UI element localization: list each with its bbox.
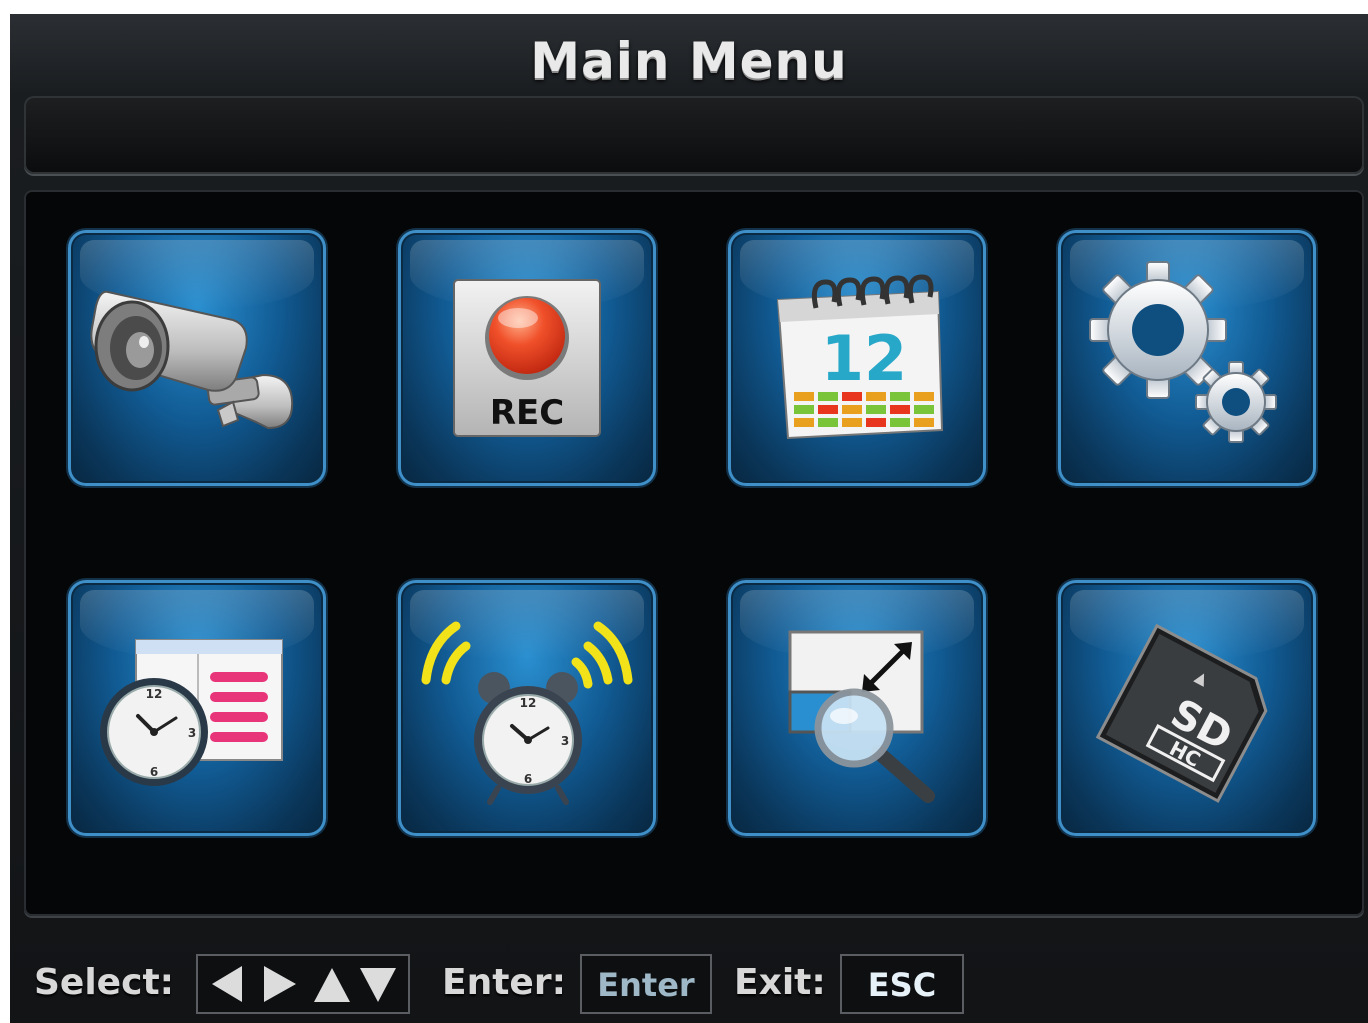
alarm-clock-icon: 12 3 6 [421, 621, 633, 805]
rec-button-icon: REC [453, 279, 601, 437]
sdhc-card-icon: SD HC [1095, 623, 1268, 803]
exit-key: ESC [867, 966, 937, 1004]
enter-key-box: Enter [580, 954, 712, 1014]
select-label: Select: [34, 962, 175, 1003]
clock-list-icon: 12 3 6 [100, 639, 283, 786]
alarm-tile[interactable]: 12 3 6 [398, 580, 656, 836]
arrow-down-icon [360, 968, 396, 1002]
arrow-keys-box [196, 954, 410, 1014]
security-camera-icon [90, 290, 294, 430]
arrow-right-icon [264, 966, 296, 1002]
exit-label: Exit: [734, 962, 826, 1003]
sd-card-tile[interactable]: SD HC [1058, 580, 1316, 836]
enter-label: Enter: [442, 962, 566, 1003]
key-hint-bar: Select: Enter: Enter Exit: ESC [10, 940, 1368, 1020]
svg-text:12: 12 [520, 696, 537, 710]
svg-text:3: 3 [561, 734, 569, 748]
calendar-day: 12 [821, 322, 907, 395]
arrow-up-icon [314, 968, 350, 1002]
status-bar [24, 96, 1364, 174]
svg-text:6: 6 [524, 772, 532, 786]
main-menu-window: Main Menu REC 12 12 3 6 12 3 6 SD HC Sel… [10, 14, 1368, 1023]
enter-key: Enter [597, 966, 695, 1004]
zoom-tile[interactable] [728, 580, 986, 836]
menu-grid: REC 12 12 3 6 12 3 6 SD HC [24, 190, 1364, 916]
camera-tile[interactable] [68, 230, 326, 486]
svg-text:6: 6 [150, 765, 158, 779]
arrow-left-icon [212, 966, 242, 1002]
magnifier-resize-icon [788, 630, 935, 803]
record-tile[interactable]: REC [398, 230, 656, 486]
rec-label: REC [490, 393, 564, 433]
schedule-tile[interactable]: 12 3 6 [68, 580, 326, 836]
calendar-icon: 12 [776, 274, 944, 440]
page-title: Main Menu [530, 32, 848, 90]
svg-text:3: 3 [188, 726, 196, 740]
calendar-tile[interactable]: 12 [728, 230, 986, 486]
settings-tile[interactable] [1058, 230, 1316, 486]
svg-text:12: 12 [146, 687, 163, 701]
exit-key-box: ESC [840, 954, 964, 1014]
gears-icon [1089, 261, 1277, 443]
